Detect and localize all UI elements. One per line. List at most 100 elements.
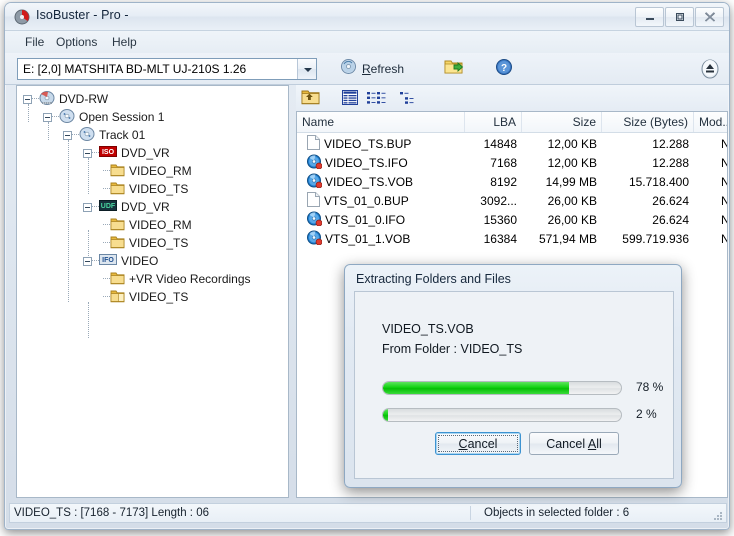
- tree-item-video-rm-iso[interactable]: VIDEO_RM: [103, 162, 192, 180]
- device-tree[interactable]: DVD-RW Open Session 1: [16, 85, 289, 498]
- tree-item-open-session-1[interactable]: Open Session 1: [43, 108, 164, 126]
- file-progress-fill: [383, 382, 569, 394]
- drive-select[interactable]: E: [2,0] MATSHITA BD-MLT UJ-210S 1.26: [17, 58, 317, 80]
- tree-item-label: VIDEO_RM: [129, 164, 192, 178]
- file-progress-bar: [382, 381, 622, 395]
- tree-item-vr-video-recordings[interactable]: +VR Video Recordings: [103, 270, 251, 288]
- tree-connector: [103, 224, 110, 226]
- chevron-down-icon[interactable]: [297, 59, 316, 79]
- minimize-button[interactable]: [635, 7, 664, 27]
- help-button[interactable]: ?: [492, 57, 516, 81]
- svg-text:IFO: IFO: [102, 257, 114, 264]
- collapse-toggle-icon[interactable]: [83, 257, 92, 266]
- column-header-name[interactable]: Name: [297, 112, 465, 132]
- drive-select-value: E: [2,0] MATSHITA BD-MLT UJ-210S 1.26: [23, 62, 246, 76]
- refresh-button[interactable]: Refresh: [337, 57, 407, 81]
- view-list-button[interactable]: [367, 91, 389, 110]
- extract-folder-icon: [444, 58, 464, 81]
- table-row[interactable]: VTS_01_0.IFO 15360 26,00 KB 26.624 N/A: [297, 211, 727, 228]
- column-header-size[interactable]: Size: [522, 112, 602, 132]
- list-details-icon: [342, 92, 358, 109]
- table-row[interactable]: VIDEO_TS.IFO 7168 12,00 KB 12.288 N/A: [297, 154, 727, 171]
- menu-bar: File Options Help: [5, 31, 729, 53]
- column-header-modified[interactable]: Mod...: [694, 112, 728, 132]
- status-bar: VIDEO_TS : [7168 - 7173] Length : 06 Obj…: [9, 503, 727, 523]
- tree-connector: [88, 302, 89, 338]
- total-progress-fill: [383, 409, 388, 421]
- isobuster-app-icon: [14, 9, 30, 25]
- tree-item-video-ts-iso[interactable]: VIDEO_TS: [103, 180, 188, 198]
- folder-icon: [110, 181, 125, 198]
- disc-file-icon: [307, 230, 322, 247]
- tree-connector: [68, 140, 69, 302]
- maximize-button[interactable]: [665, 7, 694, 27]
- file-size: 26,00 KB: [522, 192, 597, 209]
- svg-text:UDF: UDF: [101, 203, 116, 210]
- file-lba: 3092...: [465, 192, 517, 209]
- extract-button[interactable]: [441, 57, 467, 81]
- tree-item-video-rm-udf[interactable]: VIDEO_RM: [103, 216, 192, 234]
- application-window: IsoBuster - Pro -: [0, 0, 734, 536]
- file-modified: N/A: [694, 154, 728, 171]
- tree-item-label: VIDEO_TS: [129, 290, 188, 304]
- tree-item-dvd-vr-iso[interactable]: ISO DVD_VR: [83, 144, 170, 162]
- file-name: VIDEO_TS.VOB: [325, 175, 413, 189]
- tree-item-video-ts-udf[interactable]: VIDEO_TS: [103, 234, 188, 252]
- extracting-dialog: Extracting Folders and Files VIDEO_TS.VO…: [344, 264, 682, 488]
- disc-refresh-icon: [340, 58, 357, 80]
- toolbar: E: [2,0] MATSHITA BD-MLT UJ-210S 1.26 Re…: [5, 53, 729, 85]
- title-bar: IsoBuster - Pro -: [5, 3, 729, 31]
- menu-item-options[interactable]: Options: [50, 34, 103, 50]
- dialog-title: Extracting Folders and Files: [356, 272, 511, 286]
- eject-button[interactable]: [699, 58, 721, 80]
- view-tree-button[interactable]: [400, 91, 418, 110]
- folder-up-button[interactable]: [301, 88, 320, 111]
- tree-item-label: VIDEO_TS: [129, 236, 188, 250]
- view-details-button[interactable]: [342, 90, 358, 110]
- file-name-cell: VTS_01_1.VOB: [307, 230, 465, 247]
- svg-text:?: ?: [501, 63, 507, 74]
- table-row[interactable]: VIDEO_TS.BUP 14848 12,00 KB 12.288 N/A: [297, 135, 727, 152]
- tree-item-dvd-rw[interactable]: DVD-RW: [23, 90, 108, 108]
- collapse-toggle-icon[interactable]: [43, 113, 52, 122]
- column-header-lba[interactable]: LBA: [465, 112, 522, 132]
- file-bytes: 15.718.400: [602, 173, 689, 190]
- tree-item-video-ts-selected[interactable]: VIDEO_TS: [103, 288, 188, 306]
- collapse-toggle-icon[interactable]: [83, 203, 92, 212]
- collapse-toggle-icon[interactable]: [83, 149, 92, 158]
- resize-grip[interactable]: [711, 508, 723, 520]
- table-row[interactable]: VTS_01_0.BUP 3092... 26,00 KB 26.624 N/A: [297, 192, 727, 209]
- tree-item-dvd-vr-udf[interactable]: UDF DVD_VR: [83, 198, 170, 216]
- cancel-all-button[interactable]: Cancel All: [529, 432, 619, 455]
- collapse-toggle-icon[interactable]: [63, 131, 72, 140]
- table-row[interactable]: VIDEO_TS.VOB 8192 14,99 MB 15.718.400 N/…: [297, 173, 727, 190]
- file-name: VIDEO_TS.BUP: [324, 137, 411, 151]
- tree-item-video-ifo[interactable]: IFO VIDEO: [83, 252, 158, 270]
- file-lba: 14848: [465, 135, 517, 152]
- menu-item-help[interactable]: Help: [106, 34, 143, 50]
- disc-file-icon: [307, 211, 322, 228]
- close-button[interactable]: [695, 7, 724, 27]
- tree-item-track-01[interactable]: Track 01: [63, 126, 145, 144]
- tree-item-label: +VR Video Recordings: [129, 272, 251, 286]
- file-modified: N/A: [694, 230, 728, 247]
- disc-dvdrw-icon: [39, 91, 55, 108]
- file-name-cell: VIDEO_TS.VOB: [307, 173, 465, 190]
- collapse-toggle-icon[interactable]: [23, 95, 32, 104]
- table-row[interactable]: VTS_01_1.VOB 16384 571,94 MB 599.719.936…: [297, 230, 727, 247]
- tree-connector: [103, 278, 110, 280]
- tree-item-label: Track 01: [99, 128, 145, 142]
- udf-badge-icon: UDF: [99, 200, 117, 214]
- status-left: VIDEO_TS : [7168 - 7173] Length : 06: [10, 504, 470, 522]
- file-lba: 16384: [465, 230, 517, 247]
- menu-item-file[interactable]: File: [19, 34, 50, 50]
- file-name-cell: VIDEO_TS.BUP: [307, 135, 465, 152]
- file-modified: N/A: [694, 211, 728, 228]
- disc-file-icon: [307, 173, 322, 190]
- file-size: 12,00 KB: [522, 154, 597, 171]
- cancel-button[interactable]: Cancel: [435, 432, 521, 455]
- refresh-button-label: Refresh: [362, 62, 404, 76]
- file-bytes: 599.719.936: [602, 230, 689, 247]
- column-header-size-bytes[interactable]: Size (Bytes): [602, 112, 694, 132]
- file-lba: 8192: [465, 173, 517, 190]
